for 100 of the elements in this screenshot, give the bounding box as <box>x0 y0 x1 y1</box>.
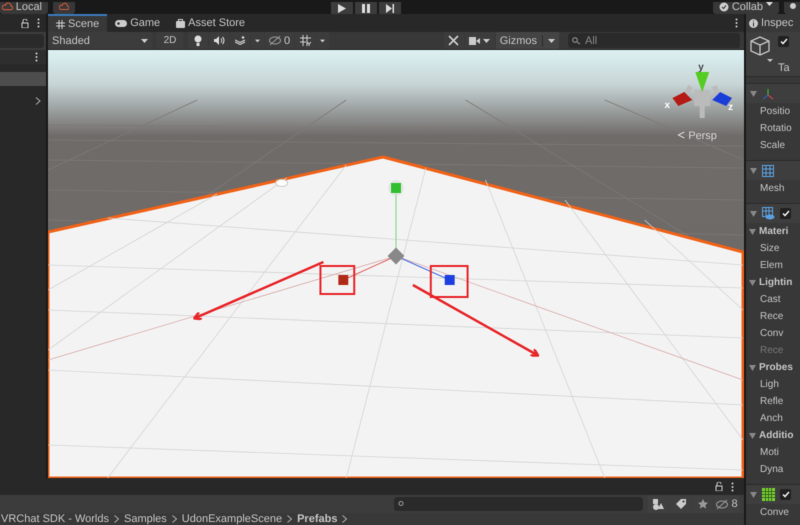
caret-icon <box>766 2 773 6</box>
shapes-icon <box>653 498 664 510</box>
search-icon <box>572 36 582 44</box>
component-header[interactable] <box>746 160 800 180</box>
camera-dropdown[interactable] <box>464 32 495 49</box>
light-icon[interactable] <box>275 179 288 187</box>
foldout-arrow-icon[interactable] <box>750 210 757 216</box>
axis-label: z <box>728 102 734 113</box>
lock-icon[interactable] <box>715 482 723 491</box>
panel-tab[interactable]: Game <box>107 14 168 32</box>
2d-toggle[interactable]: 2D <box>157 32 183 49</box>
axis-label: y <box>698 62 704 73</box>
field-label: Ligh <box>760 379 779 390</box>
caret-icon <box>548 38 555 42</box>
more-options-icon[interactable] <box>731 482 734 492</box>
chevron-icon <box>342 515 348 523</box>
field-label: Conv <box>760 328 784 339</box>
foldout-arrow-icon[interactable] <box>750 90 757 96</box>
shading-dropdown[interactable]: Shaded <box>48 32 152 49</box>
field-label: Rece <box>760 345 784 356</box>
orientation-gizmo[interactable] <box>672 72 732 118</box>
info-icon <box>749 18 758 28</box>
tag-icon <box>676 499 686 509</box>
move-gizmo[interactable] <box>338 180 455 285</box>
breadcrumb-link[interactable]: VRChat SDK - Worlds <box>1 513 109 525</box>
eye-slash-icon <box>716 500 728 508</box>
more-options-icon[interactable] <box>37 18 40 28</box>
active-checkbox[interactable] <box>778 36 789 47</box>
projection-label[interactable]: Persp <box>688 130 717 142</box>
panel-tab[interactable]: Asset Store <box>168 14 254 32</box>
chevron-icon <box>677 132 685 138</box>
panel-tab[interactable]: Scene <box>48 14 108 32</box>
more-options-icon[interactable] <box>735 18 738 28</box>
play-button[interactable] <box>331 2 353 14</box>
account-button[interactable] <box>784 2 800 14</box>
camera-icon <box>469 36 480 44</box>
highlight-frame <box>430 265 469 298</box>
foldout-arrow-icon[interactable] <box>749 228 756 234</box>
foldout-arrow-icon[interactable] <box>750 168 757 174</box>
field-label: Elem <box>760 260 783 271</box>
inspector-tab[interactable]: Inspec <box>746 14 800 32</box>
lightbulb-button[interactable] <box>188 32 208 49</box>
audio-button[interactable] <box>209 32 229 49</box>
breadcrumb-link[interactable]: Samples <box>124 513 167 525</box>
field-label: Additio <box>759 430 794 441</box>
grid-dropdown[interactable] <box>316 32 330 49</box>
crossed-tools-icon <box>448 35 460 46</box>
effects-dropdown[interactable] <box>251 32 264 49</box>
chevron-icon <box>172 515 177 523</box>
star-icon <box>698 499 708 509</box>
grid-eye-icon <box>762 207 775 220</box>
breadcrumb-link[interactable]: UdonExampleScene <box>182 513 282 525</box>
cloud-icon <box>2 2 13 12</box>
caret-icon <box>320 38 326 42</box>
step-icon <box>386 4 394 12</box>
chevron-icon <box>114 515 119 523</box>
more-options-icon[interactable] <box>35 52 38 62</box>
caret-icon <box>255 38 260 42</box>
cube-icon <box>750 36 774 62</box>
enabled-checkbox[interactable] <box>780 489 791 500</box>
step-button[interactable] <box>379 2 401 14</box>
field-label: Materi <box>759 226 788 237</box>
enabled-checkbox[interactable] <box>780 208 791 219</box>
collab-button[interactable]: Collab <box>712 2 779 14</box>
effects-button[interactable] <box>230 32 250 49</box>
foldout-arrow-icon[interactable] <box>749 280 756 286</box>
hidden-objects-toggle[interactable]: 0 <box>265 32 294 49</box>
layers-icon <box>234 36 246 46</box>
field-label: Rece <box>760 311 784 322</box>
breadcrumb-link[interactable]: Prefabs <box>297 513 338 525</box>
chevron-icon <box>287 515 292 523</box>
field-label: Lightin <box>759 277 792 288</box>
account-button[interactable]: Local <box>0 2 48 14</box>
tools-button[interactable] <box>444 32 464 49</box>
foldout-arrow-icon[interactable] <box>749 364 756 370</box>
grid-button[interactable] <box>295 32 316 49</box>
grid-icon <box>762 164 774 176</box>
eye-slash-icon <box>269 36 281 45</box>
field-label: Mesh <box>760 183 784 194</box>
play-icon <box>338 4 346 12</box>
component-header[interactable] <box>746 203 800 223</box>
caret-icon <box>141 38 148 42</box>
gizmos-dropdown[interactable]: Gizmos <box>496 32 559 49</box>
pause-button[interactable] <box>355 2 377 14</box>
component-header[interactable] <box>746 83 800 103</box>
foldout-arrow-icon[interactable] <box>750 492 757 498</box>
pause-icon <box>362 4 370 12</box>
cloud-button[interactable] <box>53 2 75 14</box>
component-header[interactable] <box>746 484 800 504</box>
scene-viewport[interactable]: y x z Persp <box>48 50 744 478</box>
grid-icon <box>762 488 775 501</box>
search-field[interactable] <box>394 497 643 511</box>
foldout-arrow-icon[interactable] <box>749 432 756 438</box>
lock-icon[interactable] <box>21 18 29 28</box>
field-label: Anch <box>760 413 783 424</box>
chevron-icon[interactable] <box>34 97 42 105</box>
lightbulb-icon <box>194 35 202 46</box>
cloud-icon <box>59 2 69 12</box>
field-label: Probes <box>759 362 793 373</box>
search-field[interactable]: All <box>568 33 740 48</box>
